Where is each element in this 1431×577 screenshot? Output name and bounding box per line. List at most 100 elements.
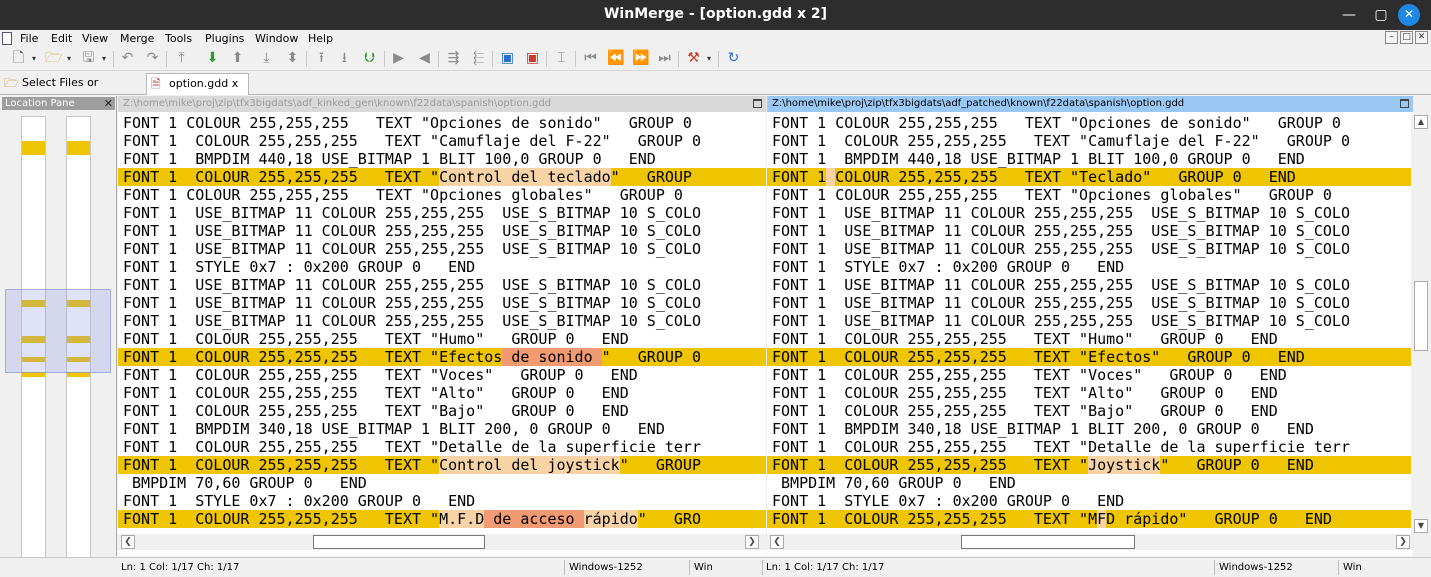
code-line[interactable]: FONT 1 STYLE 0x7 : 0x200 GROUP 0 END (767, 528, 1413, 531)
options-dropdown-icon[interactable]: ▾ (705, 50, 713, 67)
code-line[interactable]: BMPDIM 70,60 GROUP 0 END (767, 474, 1413, 492)
copy-all-icon[interactable]: ⮋ (361, 50, 378, 67)
left-eol[interactable]: Win (694, 562, 713, 573)
scroll-right-icon[interactable]: ❯ (1396, 535, 1410, 549)
document-icon[interactable] (2, 32, 12, 45)
code-line[interactable]: FONT 1 USE_BITMAP 11 COLOUR 255,255,255 … (118, 276, 766, 294)
prev-conflict-icon[interactable]: ⭱ (313, 50, 330, 67)
scroll-left-icon[interactable]: ❮ (121, 535, 135, 549)
code-line[interactable]: FONT 1 STYLE 0x7 : 0x200 GROUP 0 END (767, 492, 1413, 510)
new-file-icon[interactable]: 🗋 (10, 50, 27, 67)
menu-merge[interactable]: Merge (120, 32, 154, 45)
copy-right-icon[interactable]: ▶ (390, 50, 407, 67)
diff-line[interactable]: FONT 1 COLOUR 255,255,255 TEXT "MFD rápi… (767, 510, 1413, 528)
refresh-icon[interactable]: ↻ (725, 50, 742, 67)
close-icon[interactable]: ✕ (1398, 4, 1420, 26)
redo-icon[interactable]: ↷ (144, 50, 161, 67)
menu-help[interactable]: Help (308, 32, 333, 45)
left-horizontal-scrollbar[interactable]: ❮ ❯ (118, 534, 766, 550)
diff-line[interactable]: FONT 1 COLOUR 255,255,255 TEXT "Efectos"… (767, 348, 1413, 366)
last-diff-icon[interactable]: ⤓ (258, 50, 275, 67)
copy-right-advance-icon[interactable]: ⇶ (445, 50, 462, 67)
code-line[interactable]: FONT 1 COLOUR 255,255,255 TEXT "Humo" GR… (767, 330, 1413, 348)
next-conflict-icon[interactable]: ⭳ (336, 50, 353, 67)
code-line[interactable]: FONT 1 USE_BITMAP 11 COLOUR 255,255,255 … (767, 222, 1413, 240)
diff-line[interactable]: FONT 1 COLOUR 255,255,255 TEXT "Control … (118, 456, 766, 474)
bookmark-last-icon[interactable]: ⏭ (656, 50, 673, 67)
mdi-minimize-icon[interactable]: – (1385, 31, 1398, 44)
new-dropdown-icon[interactable]: ▾ (30, 50, 38, 67)
mdi-close-icon[interactable]: ✕ (1415, 31, 1428, 44)
menu-file[interactable]: File (20, 32, 38, 45)
code-line[interactable]: FONT 1 STYLE 0x7 : 0x200 GROUP 0 END (118, 258, 766, 276)
code-line[interactable]: FONT 1 COLOUR 255,255,255 TEXT "Opciones… (767, 186, 1413, 204)
code-line[interactable]: FONT 1 COLOUR 255,255,255 TEXT "Detalle … (767, 438, 1413, 456)
diff-line[interactable]: FONT 1 COLOUR 255,255,255 TEXT "Control … (118, 168, 766, 186)
menu-tools[interactable]: Tools (165, 32, 192, 45)
bookmark-next-icon[interactable]: ⏩ (632, 50, 649, 67)
split-view-icon[interactable]: ⌶ (553, 50, 570, 67)
open-folder-icon[interactable]: 🗁 (45, 50, 62, 67)
code-line[interactable]: FONT 1 BMPDIM 440,18 USE_BITMAP 1 BLIT 1… (118, 150, 766, 168)
diff-line[interactable]: FONT 1 COLOUR 255,255,255 TEXT "Efectos … (118, 348, 766, 366)
scroll-thumb[interactable] (313, 535, 485, 549)
bookmark-first-icon[interactable]: ⏮ (582, 50, 599, 67)
prev-diff-icon[interactable]: ⬆ (229, 50, 246, 67)
code-line[interactable]: FONT 1 COLOUR 255,255,255 TEXT "Opciones… (118, 186, 766, 204)
close-pane-icon[interactable]: ✕ (104, 97, 113, 110)
code-line[interactable]: FONT 1 STYLE 0x7 : 0x200 GROUP 0 END (118, 492, 766, 510)
scroll-right-icon[interactable]: ❯ (745, 535, 759, 549)
first-diff-icon[interactable]: ⤒ (173, 50, 190, 67)
menu-edit[interactable]: Edit (51, 32, 72, 45)
next-diff-icon[interactable]: ⬇ (204, 50, 221, 67)
code-line[interactable]: FONT 1 COLOUR 255,255,255 TEXT "Voces" G… (118, 366, 766, 384)
code-line[interactable]: FONT 1 COLOUR 255,255,255 TEXT "Bajo" GR… (118, 402, 766, 420)
code-line[interactable]: FONT 1 COLOUR 255,255,255 TEXT "Opciones… (767, 114, 1413, 132)
tab-select-files[interactable]: 🗁 Select Files or Folders (0, 73, 140, 109)
menu-view[interactable]: View (82, 32, 108, 45)
code-line[interactable]: FONT 1 COLOUR 255,255,255 TEXT "Humo" GR… (118, 330, 766, 348)
diff-line[interactable]: FONT 1 COLOUR 255,255,255 TEXT "M.F.D de… (118, 510, 766, 528)
minimize-icon[interactable]: — (1332, 0, 1366, 30)
code-line[interactable]: FONT 1 USE_BITMAP 11 COLOUR 255,255,255 … (118, 240, 766, 258)
current-diff-icon[interactable]: ⬍ (284, 50, 301, 67)
code-line[interactable]: FONT 1 COLOUR 255,255,255 TEXT "Camuflaj… (767, 132, 1413, 150)
code-line[interactable]: FONT 1 BMPDIM 340,18 USE_BITMAP 1 BLIT 2… (767, 420, 1413, 438)
undo-icon[interactable]: ↶ (119, 50, 136, 67)
options-icon[interactable]: ⚒ (685, 50, 702, 67)
code-line[interactable]: FONT 1 USE_BITMAP 11 COLOUR 255,255,255 … (118, 222, 766, 240)
right-horizontal-scrollbar[interactable]: ❮ ❯ (767, 534, 1413, 550)
code-line[interactable]: FONT 1 USE_BITMAP 11 COLOUR 255,255,255 … (767, 294, 1413, 312)
code-line[interactable]: FONT 1 COLOUR 255,255,255 TEXT "Alto" GR… (767, 384, 1413, 402)
right-editor[interactable]: FONT 1 COLOUR 255,255,255 TEXT "Opciones… (767, 113, 1413, 531)
copy-left-icon[interactable]: ◀ (416, 50, 433, 67)
scroll-left-icon[interactable]: ❮ (770, 535, 784, 549)
menu-plugins[interactable]: Plugins (205, 32, 244, 45)
open-dropdown-icon[interactable]: ▾ (65, 50, 73, 67)
bookmark-prev-icon[interactable]: ⏪ (607, 50, 624, 67)
pane-restore-icon[interactable] (753, 99, 762, 108)
code-line[interactable]: FONT 1 BMPDIM 440,18 USE_BITMAP 1 BLIT 1… (767, 150, 1413, 168)
scroll-thumb[interactable] (961, 535, 1135, 549)
code-line[interactable]: FONT 1 STYLE 0x7 : 0x200 GROUP 0 END (767, 258, 1413, 276)
all-left-icon[interactable]: ▣ (524, 50, 541, 67)
save-dropdown-icon[interactable]: ▾ (100, 50, 108, 67)
code-line[interactable]: FONT 1 USE_BITMAP 11 COLOUR 255,255,255 … (767, 240, 1413, 258)
copy-left-advance-icon[interactable]: ⬱ (470, 50, 487, 67)
diff-line[interactable]: FONT 1 COLOUR 255,255,255 TEXT "Teclado"… (767, 168, 1413, 186)
code-line[interactable]: FONT 1 USE_BITMAP 11 COLOUR 255,255,255 … (118, 204, 766, 222)
code-line[interactable]: FONT 1 USE_BITMAP 11 COLOUR 255,255,255 … (767, 204, 1413, 222)
vertical-scroll-thumb[interactable] (1414, 281, 1428, 351)
scroll-down-icon[interactable]: ▼ (1414, 519, 1428, 533)
code-line[interactable]: FONT 1 USE_BITMAP 11 COLOUR 255,255,255 … (118, 312, 766, 330)
all-right-icon[interactable]: ▣ (499, 50, 516, 67)
code-line[interactable]: BMPDIM 70,60 GROUP 0 END (118, 474, 766, 492)
location-viewport[interactable] (5, 289, 111, 373)
tab-option-gdd[interactable]: 🗎 option.gdd x 2 (146, 73, 249, 110)
pane-restore-icon[interactable] (1400, 99, 1409, 108)
left-encoding[interactable]: Windows-1252 (569, 562, 643, 573)
maximize-icon[interactable]: ▢ (1364, 0, 1398, 30)
right-eol[interactable]: Win (1343, 562, 1362, 573)
menu-window[interactable]: Window (255, 32, 298, 45)
scroll-up-icon[interactable]: ▲ (1414, 115, 1428, 129)
